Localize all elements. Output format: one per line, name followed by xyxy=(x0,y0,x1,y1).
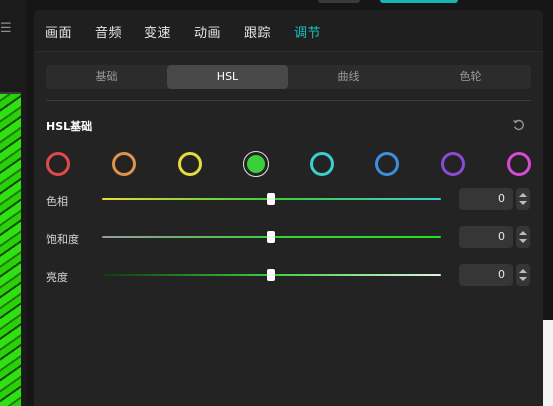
top-button-edge[interactable] xyxy=(318,0,360,3)
editor-root: ☰ 画面 音频 变速 动画 跟踪 调节 基础 HSL 曲线 色轮 HSL基础 色… xyxy=(0,0,553,406)
lightness-slider-thumb[interactable] xyxy=(267,269,275,281)
chevron-up-icon[interactable] xyxy=(519,269,527,273)
hue-stepper[interactable] xyxy=(516,188,530,210)
export-button-edge[interactable] xyxy=(380,0,458,3)
saturation-value-field[interactable]: 0 xyxy=(459,226,513,248)
hue-label: 色相 xyxy=(46,195,68,208)
tab-audio[interactable]: 音频 xyxy=(95,22,122,41)
swatch-green-fill xyxy=(247,155,265,173)
divider xyxy=(46,100,531,101)
swatch-red[interactable] xyxy=(46,152,70,176)
swatch-orange[interactable] xyxy=(112,152,136,176)
subtab-basic[interactable]: 基础 xyxy=(46,65,167,89)
video-preview[interactable] xyxy=(0,92,21,406)
swatch-blue[interactable] xyxy=(375,152,399,176)
subtab-curves[interactable]: 曲线 xyxy=(288,65,409,89)
tab-tracking[interactable]: 跟踪 xyxy=(244,22,271,41)
chevron-down-icon[interactable] xyxy=(519,201,527,205)
chevron-up-icon[interactable] xyxy=(519,193,527,197)
subtab-color-wheel[interactable]: 色轮 xyxy=(410,65,531,89)
saturation-slider-thumb[interactable] xyxy=(267,231,275,243)
hue-slider-thumb[interactable] xyxy=(267,193,275,205)
left-preview-strip: ☰ xyxy=(0,0,26,406)
tab-animation[interactable]: 动画 xyxy=(194,22,221,41)
hue-value-field[interactable]: 0 xyxy=(459,188,513,210)
swatch-purple[interactable] xyxy=(441,152,465,176)
swatch-magenta[interactable] xyxy=(507,152,531,176)
tab-picture[interactable]: 画面 xyxy=(45,22,72,41)
lightness-label: 亮度 xyxy=(46,271,68,284)
swatch-yellow[interactable] xyxy=(178,152,202,176)
saturation-label: 饱和度 xyxy=(46,233,79,246)
swatch-cyan[interactable] xyxy=(310,152,334,176)
chevron-down-icon[interactable] xyxy=(519,277,527,281)
section-title: HSL基础 xyxy=(46,120,93,133)
adjust-subtabs: 基础 HSL 曲线 色轮 xyxy=(46,65,531,89)
background-window-edge xyxy=(543,320,553,406)
adjust-panel: 画面 音频 变速 动画 跟踪 调节 基础 HSL 曲线 色轮 HSL基础 色相 xyxy=(34,10,543,406)
lightness-stepper[interactable] xyxy=(516,264,530,286)
saturation-stepper[interactable] xyxy=(516,226,530,248)
lightness-value-field[interactable]: 0 xyxy=(459,264,513,286)
tab-speed[interactable]: 变速 xyxy=(144,22,171,41)
hamburger-icon[interactable]: ☰ xyxy=(0,22,14,36)
tab-adjust[interactable]: 调节 xyxy=(294,22,321,41)
reset-icon[interactable] xyxy=(512,118,526,132)
swatch-green[interactable] xyxy=(243,151,269,177)
subtab-hsl[interactable]: HSL xyxy=(167,65,288,89)
property-tabs: 画面 音频 变速 动画 跟踪 调节 xyxy=(34,10,543,52)
chevron-down-icon[interactable] xyxy=(519,239,527,243)
chevron-up-icon[interactable] xyxy=(519,231,527,235)
